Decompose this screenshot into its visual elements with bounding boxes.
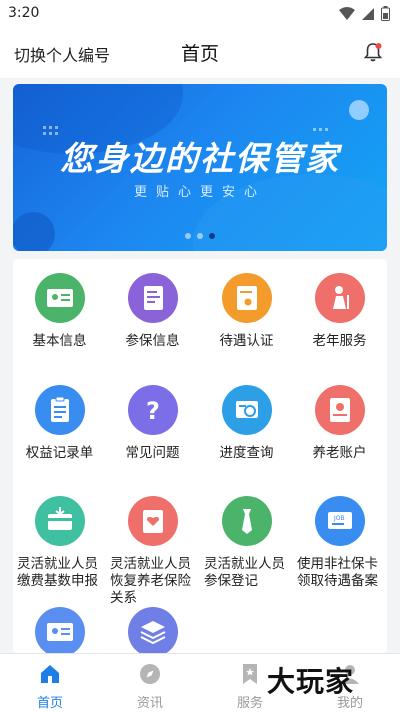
service-item[interactable]: JOB 使用非社保卡领取待遇备案: [293, 496, 386, 590]
service-item[interactable]: 灵活就业人员缴费基数申报: [13, 496, 106, 590]
app-header: 切换个人编号 首页: [0, 28, 400, 78]
layers-icon: [127, 607, 178, 653]
nav-home-label: 首页: [36, 696, 63, 711]
service-item[interactable]: 老年服务: [293, 273, 386, 350]
service-item-label: 灵活就业人员恢复养老保险关系: [110, 556, 191, 606]
account-icon: [314, 385, 365, 435]
signal-icon: [362, 7, 374, 20]
service-item[interactable]: [106, 607, 199, 653]
service-item-label: 权益记录单: [25, 445, 94, 461]
battery-icon: [381, 6, 390, 21]
status-time: 3:20: [8, 5, 40, 21]
service-item[interactable]: 权益记录单: [13, 385, 106, 462]
service-item-label: 使用非社保卡领取待遇备案: [297, 556, 378, 589]
service-item[interactable]: 灵活就业人员恢复养老保险关系: [106, 496, 199, 607]
bookmark-icon: [243, 664, 257, 684]
service-item[interactable]: [13, 607, 106, 653]
status-bar: 3:20: [0, 0, 400, 28]
service-grid-panel: 基本信息 参保信息 待遇认证 老年服务 权益记录单? 常见问题 进度查询 养老账户 灵活就业人员…: [13, 259, 387, 653]
document-icon: [127, 273, 178, 323]
elder-icon: [314, 273, 365, 323]
clipboard-icon: [34, 385, 85, 435]
nav-news-label: 资讯: [136, 696, 163, 711]
banner-subtitle: 更贴心更安心: [133, 185, 266, 200]
service-item-label: 养老账户: [312, 445, 367, 461]
id-card-icon: [34, 273, 85, 323]
banner-title: 您身边的社保管家: [60, 139, 340, 178]
tie-icon: [221, 496, 272, 546]
service-item-label: 灵活就业人员参保登记: [204, 556, 285, 589]
service-item[interactable]: ? 常见问题: [106, 385, 199, 462]
svg-text:?: ?: [146, 397, 160, 425]
service-item[interactable]: 进度查询: [200, 385, 293, 462]
compass-icon: [140, 664, 160, 684]
page-title: 首页: [180, 43, 219, 65]
service-item[interactable]: 基本信息: [13, 273, 106, 350]
question-icon: ?: [127, 385, 178, 435]
service-item-label: 灵活就业人员缴费基数申报: [17, 556, 98, 589]
service-item[interactable]: 待遇认证: [200, 273, 293, 350]
home-icon: [41, 665, 59, 683]
certificate-icon: [221, 273, 272, 323]
promo-banner[interactable]: 您身边的社保管家 更贴心更安心: [13, 84, 387, 251]
service-item[interactable]: 参保信息: [106, 273, 199, 350]
service-item-label: 基本信息: [32, 333, 87, 349]
wifi-icon: [339, 6, 355, 20]
service-item[interactable]: 灵活就业人员参保登记: [200, 496, 293, 590]
carousel-dot[interactable]: [197, 233, 203, 239]
svg-text:JOB: JOB: [333, 515, 345, 522]
carousel-dot-active[interactable]: [209, 233, 215, 239]
search-doc-icon: [221, 385, 272, 435]
service-item-label: 参保信息: [125, 333, 180, 349]
id-card-icon: [34, 607, 85, 653]
service-item-label: 老年服务: [312, 333, 367, 349]
nav-home[interactable]: 首页: [0, 654, 100, 712]
heart-card-icon: [127, 496, 178, 546]
service-item-label: 进度查询: [219, 445, 274, 461]
service-item[interactable]: 养老账户: [293, 385, 386, 462]
service-item-label: 常见问题: [125, 445, 180, 461]
wallet-icon: [34, 496, 85, 546]
service-item-label: 待遇认证: [219, 333, 274, 349]
watermark-logo: 大玩家: [267, 665, 355, 698]
status-icons: [339, 6, 390, 21]
card-register-icon: JOB: [314, 496, 365, 546]
nav-news[interactable]: 资讯: [100, 654, 200, 712]
carousel-dot[interactable]: [185, 233, 191, 239]
carousel-indicator: [13, 233, 387, 239]
bell-icon[interactable]: [362, 41, 384, 63]
